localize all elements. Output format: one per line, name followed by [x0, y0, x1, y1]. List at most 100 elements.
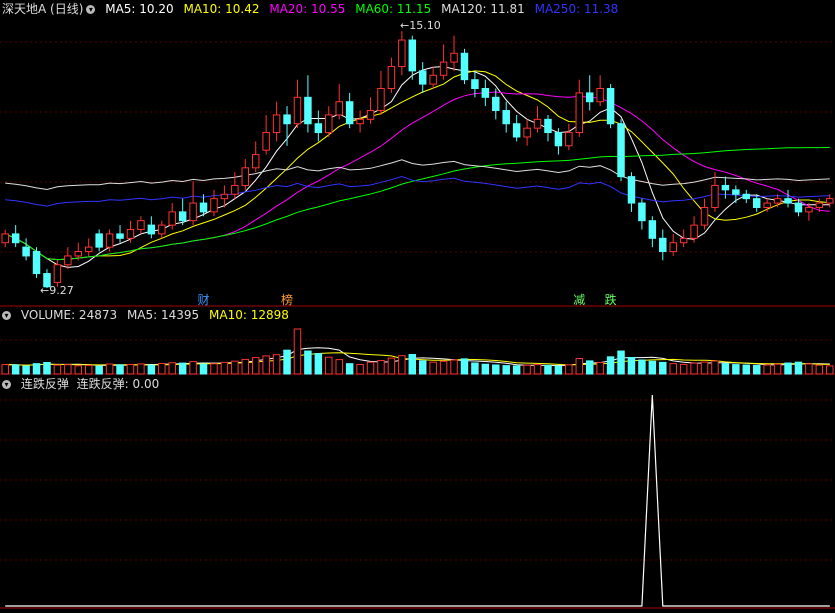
- volume-bar: [752, 365, 761, 375]
- candle-body: [606, 88, 615, 125]
- volume-bar: [53, 364, 62, 375]
- candle-body: [554, 132, 563, 147]
- volume-bar: [450, 359, 458, 375]
- candle-body: [679, 237, 688, 244]
- volume-bar: [64, 364, 72, 375]
- candle-body: [147, 224, 156, 235]
- signal-cai: 财: [197, 293, 210, 307]
- volume-bar: [763, 364, 771, 375]
- candle-body: [262, 132, 270, 151]
- volume-bar: [544, 364, 552, 375]
- volume-bar: [523, 364, 531, 375]
- volume-bar: [345, 363, 354, 375]
- volume-bar: [293, 328, 302, 375]
- candle-body: [11, 233, 20, 244]
- candle-body: [439, 61, 448, 76]
- candle-body: [575, 92, 584, 134]
- volume-bar: [158, 362, 166, 375]
- volume-bar: [116, 364, 124, 375]
- candle-body: [502, 110, 510, 125]
- candle-body: [304, 96, 312, 125]
- candle-body: [84, 246, 93, 253]
- ma120-line: [5, 159, 830, 191]
- volume-bar: [189, 361, 197, 375]
- volume-bar: [1, 364, 9, 375]
- dropdown-icon[interactable]: ▾: [86, 4, 96, 14]
- candle-body: [669, 242, 677, 253]
- candle-body: [752, 198, 761, 208]
- candle-body: [815, 202, 824, 208]
- volume-bar: [502, 365, 510, 375]
- candle-body: [659, 237, 667, 253]
- candle-body: [283, 114, 291, 125]
- candle-body: [492, 96, 500, 112]
- volume-bar: [533, 364, 542, 375]
- volume-bar: [272, 354, 281, 375]
- volume-bar: [178, 362, 187, 375]
- volume-bar: [742, 364, 751, 375]
- dropdown-icon[interactable]: ▾: [2, 310, 11, 320]
- volume-bar: [231, 360, 239, 375]
- volume-bar: [429, 361, 437, 375]
- candle-body: [585, 92, 594, 103]
- candle-body: [387, 65, 396, 89]
- candle-body: [220, 193, 229, 200]
- candle-body: [648, 220, 657, 239]
- volume-bar: [826, 365, 834, 375]
- ma20-label: MA20: 10.55: [269, 2, 346, 16]
- dropdown-icon[interactable]: ▾: [2, 379, 11, 389]
- candle-body: [460, 52, 469, 81]
- candle-body: [345, 101, 354, 125]
- price-header: 深天地A (日线) ▾ MA5: 10.20 MA10: 10.42 MA20: …: [2, 1, 624, 17]
- volume-bar: [199, 363, 208, 375]
- candle-body: [377, 88, 385, 112]
- volume-bar: [105, 363, 114, 375]
- candle-body: [533, 118, 542, 129]
- volume-bar: [304, 350, 312, 375]
- candle-body: [22, 246, 30, 257]
- indicator-line: [5, 394, 830, 607]
- volume-bar: [11, 364, 20, 375]
- high-marker-icon: ←: [400, 19, 410, 32]
- signal-die: 跌: [604, 293, 617, 307]
- ma250-line: [5, 175, 830, 207]
- volume-bar: [512, 365, 521, 375]
- candle-body: [784, 198, 792, 204]
- candle-body: [178, 211, 187, 222]
- candle-body: [544, 118, 552, 134]
- volume-bar: [575, 357, 584, 375]
- volume-bar: [366, 361, 375, 375]
- candle-body: [690, 224, 698, 239]
- indicator-value: 连跌反弹: 0.00: [76, 377, 160, 391]
- volume-bar: [95, 365, 103, 375]
- volume-bar: [283, 349, 291, 375]
- volume-bar: [210, 363, 218, 375]
- candle-body: [335, 101, 343, 116]
- candle-body: [158, 224, 166, 235]
- volume-bar: [356, 363, 364, 375]
- candle-body: [272, 114, 281, 134]
- volume-bar: [439, 360, 448, 375]
- volume-bar: [565, 364, 573, 375]
- low-value: 9.27: [49, 284, 74, 297]
- candle-body: [53, 264, 62, 283]
- volume-ma10: MA10: 12898: [209, 308, 289, 322]
- volume-bar: [732, 364, 740, 375]
- candle-body: [471, 79, 479, 89]
- volume-bar: [377, 360, 385, 375]
- volume-bar: [815, 364, 824, 375]
- candle-body: [1, 233, 9, 244]
- volume-bar: [627, 356, 636, 375]
- candle-body: [231, 184, 239, 195]
- candle-body: [565, 132, 573, 147]
- low-marker-icon: ←: [40, 284, 50, 297]
- grid-lines: [0, 41, 835, 609]
- candle-body: [711, 184, 719, 208]
- volume-bar: [84, 364, 93, 375]
- volume-bar: [220, 361, 229, 375]
- volume-bar: [606, 356, 615, 375]
- volume-bar: [773, 363, 782, 375]
- volume-bar: [387, 357, 396, 375]
- ma60-label: MA60: 11.15: [355, 2, 432, 16]
- volume-bar: [251, 357, 260, 375]
